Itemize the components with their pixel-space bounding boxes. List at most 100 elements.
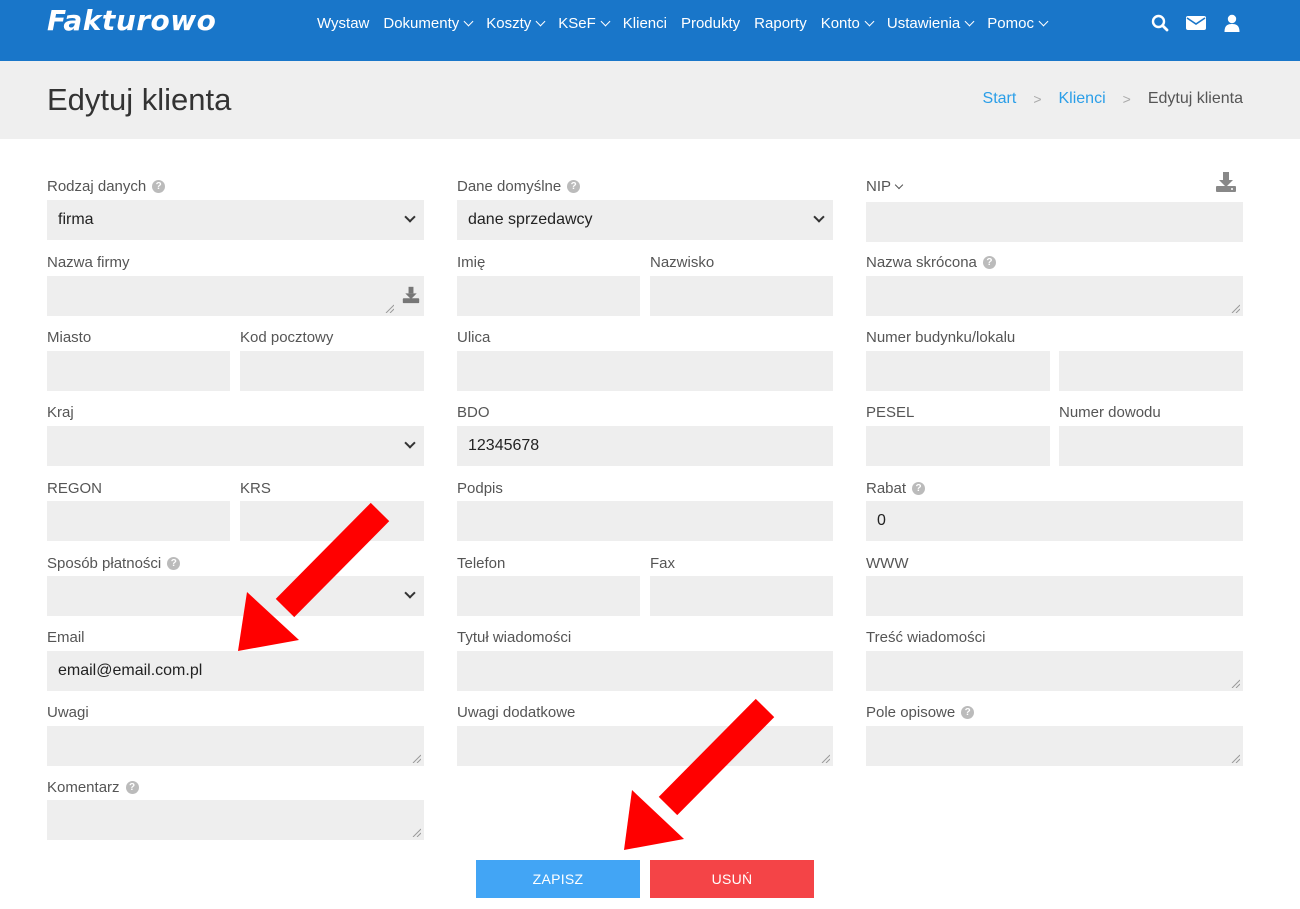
kod-pocztowy-input[interactable] <box>240 351 424 391</box>
help-icon[interactable]: ? <box>567 180 581 193</box>
regon-input[interactable] <box>47 501 230 541</box>
nazwa-firmy-label: Nazwa firmy <box>47 254 130 271</box>
help-icon[interactable]: ? <box>125 781 139 794</box>
miasto-input[interactable] <box>47 351 230 391</box>
dane-domyslne-select[interactable]: dane sprzedawcy <box>457 200 833 240</box>
main-menu: Wystaw Dokumenty Koszty KSeF Klienci Produkty… <box>310 12 1054 34</box>
input-value: email@email.com.pl <box>58 662 203 679</box>
resize-handle-icon[interactable] <box>412 828 421 837</box>
logo[interactable]: Fakturowo <box>47 4 216 37</box>
help-icon[interactable]: ? <box>961 706 975 719</box>
fax-input[interactable] <box>650 576 833 616</box>
chevron-down-icon <box>1038 16 1049 26</box>
breadcrumb-klienci[interactable]: Klienci <box>1059 90 1106 108</box>
resize-handle-icon[interactable] <box>412 754 421 763</box>
rodzaj-danych-select[interactable]: firma <box>47 200 424 240</box>
breadcrumb: Start > Klienci > Edytuj klienta <box>983 90 1243 108</box>
ulica-input[interactable] <box>457 351 833 391</box>
podpis-input[interactable] <box>457 501 833 541</box>
chevron-down-icon <box>404 437 416 449</box>
search-icon[interactable] <box>1150 13 1170 33</box>
label-text: Imię <box>457 254 486 271</box>
label-text: Sposób płatności <box>47 555 162 572</box>
nazwisko-input[interactable] <box>650 276 833 316</box>
rabat-input[interactable]: 0 <box>866 501 1243 541</box>
save-button[interactable]: ZAPISZ <box>476 860 640 898</box>
label-text: Pole opisowe <box>866 704 956 721</box>
breadcrumb-start[interactable]: Start <box>983 90 1017 108</box>
help-icon[interactable]: ? <box>167 557 181 570</box>
nav-item-produkty[interactable]: Produkty <box>674 15 747 32</box>
user-icon[interactable] <box>1222 13 1242 33</box>
email-input[interactable]: email@email.com.pl <box>47 651 424 691</box>
nav-item-label: Wystaw <box>317 14 370 32</box>
www-input[interactable] <box>866 576 1243 616</box>
label-text: Numer budynku/lokalu <box>866 329 1016 346</box>
label-text: Kod pocztowy <box>240 329 334 346</box>
breadcrumb-separator: > <box>1122 91 1131 107</box>
nav-item-raporty[interactable]: Raporty <box>747 15 814 32</box>
page-header: Edytuj klienta Start > Klienci > Edytuj … <box>0 61 1300 139</box>
numer-lokalu-input[interactable] <box>1059 351 1243 391</box>
delete-button[interactable]: USUŃ <box>650 860 814 898</box>
podpis-label: Podpis <box>457 480 503 497</box>
label-text: Telefon <box>457 555 506 572</box>
uwagi-dodatkowe-label: Uwagi dodatkowe <box>457 704 575 721</box>
www-label: WWW <box>866 555 908 572</box>
imie-input[interactable] <box>457 276 640 316</box>
sposob-platnosci-select[interactable] <box>47 576 424 616</box>
download-icon[interactable] <box>1215 171 1237 193</box>
nav-item-ksef[interactable]: KSeF <box>551 15 616 32</box>
envelope-icon[interactable] <box>1186 13 1206 33</box>
help-icon[interactable]: ? <box>152 180 166 193</box>
uwagi-textarea[interactable] <box>47 726 424 766</box>
label-text: Fax <box>650 555 676 572</box>
download-icon[interactable] <box>402 286 420 304</box>
nazwa-skrocona-label: Nazwa skrócona? <box>866 254 996 271</box>
uwagi-label: Uwagi <box>47 704 89 721</box>
nav-item-label: KSeF <box>558 14 596 32</box>
bdo-input[interactable]: 12345678 <box>457 426 833 466</box>
nav-item-pomoc[interactable]: Pomoc <box>980 15 1054 32</box>
breadcrumb-separator: > <box>1033 91 1042 107</box>
resize-handle-icon[interactable] <box>821 754 830 763</box>
nav-item-konto[interactable]: Konto <box>814 15 880 32</box>
chevron-down-icon <box>964 16 975 26</box>
nav-item-ustawienia[interactable]: Ustawienia <box>880 15 980 32</box>
label-text: Tytuł wiadomości <box>457 629 572 646</box>
telefon-label: Telefon <box>457 555 505 572</box>
resize-handle-icon[interactable] <box>385 304 394 313</box>
label-text: Rabat <box>866 480 907 497</box>
label-text: Uwagi dodatkowe <box>457 704 576 721</box>
nip-input[interactable] <box>866 202 1243 242</box>
numer-dowodu-input[interactable] <box>1059 426 1243 466</box>
resize-handle-icon[interactable] <box>1231 679 1240 688</box>
nazwa-skrocona-textarea[interactable] <box>866 276 1243 316</box>
nav-item-koszty[interactable]: Koszty <box>479 15 551 32</box>
uwagi-dodatkowe-textarea[interactable] <box>457 726 833 766</box>
tytul-wiadomosci-label: Tytuł wiadomości <box>457 629 571 646</box>
nazwa-firmy-textarea[interactable] <box>47 276 424 316</box>
tresc-wiadomosci-textarea[interactable] <box>866 651 1243 691</box>
komentarz-textarea[interactable] <box>47 800 424 840</box>
resize-handle-icon[interactable] <box>1231 754 1240 763</box>
kraj-select[interactable] <box>47 426 424 466</box>
nav-item-wystaw[interactable]: Wystaw <box>310 15 376 32</box>
nip-label[interactable]: NIP <box>866 178 904 195</box>
tytul-wiadomosci-input[interactable] <box>457 651 833 691</box>
pesel-input[interactable] <box>866 426 1050 466</box>
fax-label: Fax <box>650 555 675 572</box>
help-icon[interactable]: ? <box>982 256 996 269</box>
select-value: firma <box>58 211 94 228</box>
pole-opisowe-textarea[interactable] <box>866 726 1243 766</box>
nav-icons <box>1150 12 1242 34</box>
krs-input[interactable] <box>240 501 424 541</box>
numer-budynku-input[interactable] <box>866 351 1050 391</box>
regon-label: REGON <box>47 480 102 497</box>
nav-item-klienci[interactable]: Klienci <box>616 15 674 32</box>
resize-handle-icon[interactable] <box>1231 304 1240 313</box>
ulica-label: Ulica <box>457 329 490 346</box>
nav-item-dokumenty[interactable]: Dokumenty <box>376 15 479 32</box>
telefon-input[interactable] <box>457 576 640 616</box>
help-icon[interactable]: ? <box>912 482 926 495</box>
